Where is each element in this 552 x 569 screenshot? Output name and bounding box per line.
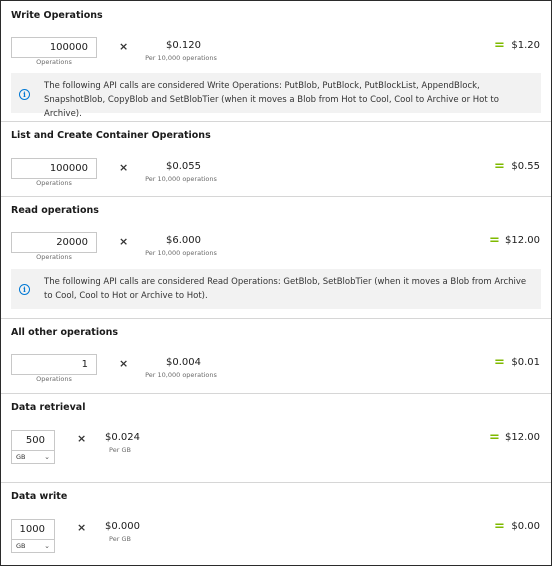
write-operations-input[interactable]: 100000 — [11, 37, 97, 58]
equals-icon: = — [489, 233, 500, 248]
multiply-icon: × — [119, 357, 129, 370]
info-circle-icon: i — [19, 89, 30, 100]
equals-icon: = — [494, 38, 505, 53]
line-total: $1.20 — [511, 40, 540, 51]
unit-price: $0.120 — [166, 40, 201, 51]
multiply-icon: × — [119, 40, 129, 53]
section-title: Write Operations — [11, 10, 103, 21]
info-circle-icon: i — [19, 284, 30, 295]
line-total: $0.01 — [511, 357, 540, 368]
read-operations-input[interactable]: 20000 — [11, 232, 97, 253]
multiply-icon: × — [119, 161, 129, 174]
section-write-operations: Write Operations 100000 Operations × $0.… — [1, 1, 551, 122]
unit-price-label: Per 10,000 operations — [145, 175, 217, 183]
unit-price-label: Per GB — [109, 446, 131, 454]
data-write-unit-select[interactable]: GB ⌄ — [11, 539, 55, 553]
write-operations-info-box: i The following API calls are considered… — [11, 73, 541, 119]
section-data-write: Data write 1000 GB ⌄ × $0.000 Per GB = $… — [1, 483, 551, 569]
other-operations-input[interactable]: 1 — [11, 354, 97, 375]
section-title: Data retrieval — [11, 402, 86, 413]
chevron-down-icon: ⌄ — [44, 542, 50, 550]
equals-icon: = — [494, 159, 505, 174]
multiply-icon: × — [77, 432, 87, 445]
unit-price: $0.055 — [166, 161, 201, 172]
data-write-input[interactable]: 1000 — [11, 519, 55, 540]
unit-price-label: Per 10,000 operations — [145, 249, 217, 257]
quantity-unit-label: Operations — [36, 179, 72, 187]
chevron-down-icon: ⌄ — [44, 453, 50, 461]
equals-icon: = — [494, 519, 505, 534]
line-total: $12.00 — [505, 432, 540, 443]
unit-price: $0.000 — [105, 521, 140, 532]
multiply-icon: × — [77, 521, 87, 534]
section-read-operations: Read operations 20000 Operations × $6.00… — [1, 197, 551, 319]
section-list-create-container: List and Create Container Operations 100… — [1, 122, 551, 197]
info-text: The following API calls are considered R… — [44, 277, 527, 301]
quantity-unit-label: Operations — [36, 253, 72, 261]
list-operations-input[interactable]: 100000 — [11, 158, 97, 179]
section-other-operations: All other operations 1 Operations × $0.0… — [1, 319, 551, 394]
section-title: Read operations — [11, 205, 99, 216]
line-total: $12.00 — [505, 235, 540, 246]
unit-price: $0.004 — [166, 357, 201, 368]
unit-price-label: Per GB — [109, 535, 131, 543]
quantity-unit-label: Operations — [36, 375, 72, 383]
line-total: $0.00 — [511, 521, 540, 532]
unit-price: $6.000 — [166, 235, 201, 246]
unit-price-label: Per 10,000 operations — [145, 54, 217, 62]
section-title: List and Create Container Operations — [11, 130, 211, 141]
info-text: The following API calls are considered W… — [44, 81, 499, 119]
equals-icon: = — [489, 430, 500, 445]
equals-icon: = — [494, 355, 505, 370]
section-data-retrieval: Data retrieval 500 GB ⌄ × $0.024 Per GB … — [1, 394, 551, 483]
unit-price-label: Per 10,000 operations — [145, 371, 217, 379]
line-total: $0.55 — [511, 161, 540, 172]
multiply-icon: × — [119, 235, 129, 248]
pricing-calculator-panel: Write Operations 100000 Operations × $0.… — [0, 0, 552, 566]
unit-price: $0.024 — [105, 432, 140, 443]
quantity-unit-label: Operations — [36, 58, 72, 66]
section-title: Data write — [11, 491, 68, 502]
data-retrieval-input[interactable]: 500 — [11, 430, 55, 451]
data-retrieval-unit-select[interactable]: GB ⌄ — [11, 450, 55, 464]
section-title: All other operations — [11, 327, 119, 338]
read-operations-info-box: i The following API calls are considered… — [11, 269, 541, 309]
unit-select-value: GB — [16, 542, 26, 550]
unit-select-value: GB — [16, 453, 26, 461]
